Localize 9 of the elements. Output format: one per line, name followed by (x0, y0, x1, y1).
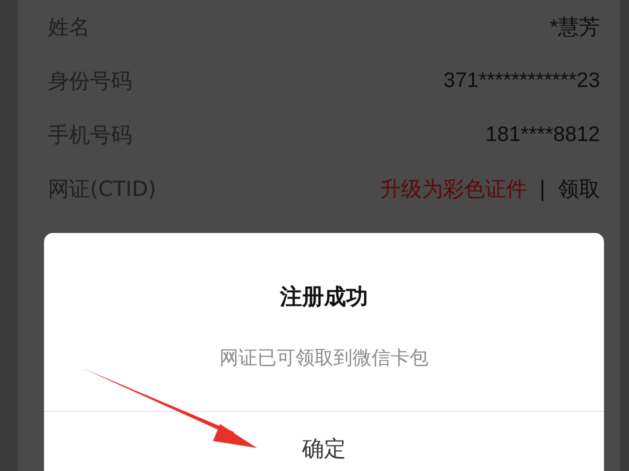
dialog-message: 网证已可领取到微信卡包 (220, 346, 428, 371)
claim-link[interactable]: 领取 (558, 175, 600, 203)
confirm-button[interactable]: 确定 (44, 416, 604, 471)
field-value: *慧芳 (550, 15, 600, 41)
upgrade-link[interactable]: 升级为彩色证件 (380, 175, 527, 203)
separator: | (538, 177, 546, 201)
dialog-title: 注册成功 (280, 284, 368, 312)
field-value: 181****8812 (486, 123, 600, 147)
field-value: 371************23 (444, 69, 600, 93)
